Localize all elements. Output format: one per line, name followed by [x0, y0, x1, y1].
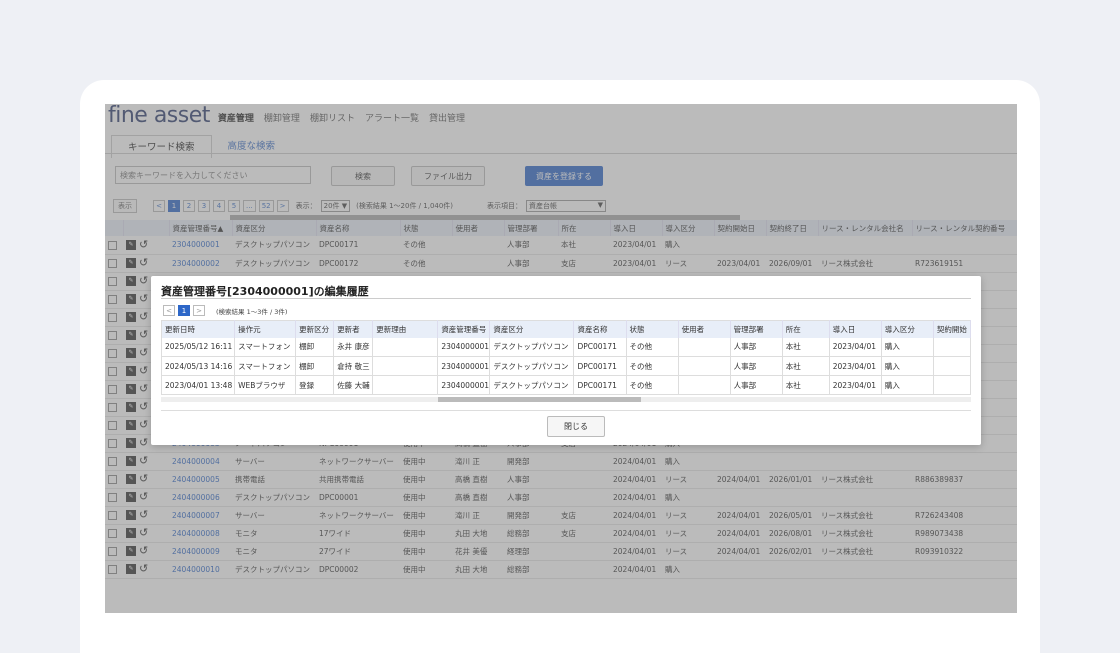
history-header-status: 状態 — [626, 320, 679, 338]
history-cell: その他 — [626, 375, 679, 395]
history-header-asset-number: 資産管理番号 — [437, 320, 491, 338]
modal-result-count: (検索結果 1～3件 / 3件) — [216, 307, 288, 316]
history-cell: 棚卸 — [295, 337, 335, 357]
history-cell: DPC00171 — [573, 337, 627, 357]
history-cell: 2023/04/01 — [829, 337, 882, 357]
history-cell: 本社 — [782, 337, 830, 357]
history-cell — [933, 337, 972, 357]
history-cell: 2304000001 — [437, 356, 491, 376]
history-cell: 人事部 — [730, 375, 783, 395]
history-cell: デスクトップパソコン — [489, 337, 575, 357]
history-cell: 本社 — [782, 356, 830, 376]
history-cell: 2023/04/01 — [829, 375, 882, 395]
history-cell — [933, 375, 972, 395]
history-cell: 佐藤 大輔 — [333, 375, 374, 395]
history-header-source: 操作元 — [234, 320, 297, 338]
modal-prev-page-button[interactable]: < — [163, 305, 175, 316]
history-header-intro-type: 導入区分 — [881, 320, 934, 338]
history-header-location: 所在 — [782, 320, 830, 338]
history-row: 2025/05/12 16:11 スマートフォン 棚卸 永井 康彦 2304000001… — [161, 337, 972, 357]
history-header-user: 使用者 — [678, 320, 731, 338]
modal-next-page-button[interactable]: > — [193, 305, 205, 316]
history-cell: 2023/04/01 — [829, 356, 882, 376]
history-table-body: 2025/05/12 16:11 スマートフォン 棚卸 永井 康彦 2304000001… — [161, 337, 972, 395]
history-cell: 人事部 — [730, 356, 783, 376]
history-cell: スマートフォン — [234, 337, 297, 357]
modal-title-divider — [161, 298, 971, 299]
history-cell: その他 — [626, 337, 679, 357]
history-header-updated-at: 更新日時 — [161, 320, 236, 338]
history-cell: 倉持 敬三 — [333, 356, 374, 376]
history-cell: 棚卸 — [295, 356, 335, 376]
modal-pager: < 1 > (検索結果 1～3件 / 3件) — [163, 305, 287, 316]
history-scrollbar[interactable] — [438, 397, 641, 402]
history-header-department: 管理部署 — [730, 320, 783, 338]
history-cell — [678, 375, 731, 395]
history-cell: 購入 — [881, 375, 934, 395]
history-cell: 登録 — [295, 375, 335, 395]
history-table: 更新日時 操作元 更新区分 更新者 更新理由 資産管理番号 資産区分 資産名称 … — [161, 320, 972, 395]
history-cell: DPC00171 — [573, 356, 627, 376]
history-cell: 2025/05/12 16:11 — [161, 337, 236, 357]
history-header-asset-category: 資産区分 — [489, 320, 575, 338]
history-cell: デスクトップパソコン — [489, 375, 575, 395]
history-cell: スマートフォン — [234, 356, 297, 376]
modal-title: 資産管理番号[2304000001]の編集履歴 — [161, 285, 369, 298]
history-header-update-type: 更新区分 — [295, 320, 335, 338]
history-header-reason: 更新理由 — [372, 320, 439, 338]
history-cell: DPC00171 — [573, 375, 627, 395]
history-cell: その他 — [626, 356, 679, 376]
history-cell: 2024/05/13 14:16 — [161, 356, 236, 376]
history-header-updater: 更新者 — [333, 320, 374, 338]
history-header-contract-start: 契約開始 — [933, 320, 972, 338]
history-header-row: 更新日時 操作元 更新区分 更新者 更新理由 資産管理番号 資産区分 資産名称 … — [161, 320, 972, 338]
history-cell: 購入 — [881, 337, 934, 357]
history-row: 2024/05/13 14:16 スマートフォン 棚卸 倉持 敬三 2304000001… — [161, 356, 972, 376]
history-header-asset-name: 資産名称 — [573, 320, 627, 338]
history-header-intro-date: 導入日 — [829, 320, 882, 338]
history-cell: 永井 康彦 — [333, 337, 374, 357]
history-cell — [372, 375, 439, 395]
history-cell: 2304000001 — [437, 375, 491, 395]
history-cell — [933, 356, 972, 376]
history-cell — [678, 337, 731, 357]
modal-page-1[interactable]: 1 — [178, 305, 190, 316]
history-cell — [678, 356, 731, 376]
history-row: 2023/04/01 13:48 WEBブラウザ 登録 佐藤 大輔 2304000001… — [161, 375, 972, 395]
edit-history-modal: 資産管理番号[2304000001]の編集履歴 < 1 > (検索結果 1～3件… — [151, 276, 981, 445]
close-button[interactable]: 閉じる — [547, 416, 605, 437]
history-cell: 2304000001 — [437, 337, 491, 357]
history-cell: 本社 — [782, 375, 830, 395]
history-cell — [372, 356, 439, 376]
history-cell: 2023/04/01 13:48 — [161, 375, 236, 395]
history-cell: WEBブラウザ — [234, 375, 297, 395]
history-cell: デスクトップパソコン — [489, 356, 575, 376]
history-cell: 人事部 — [730, 337, 783, 357]
modal-footer-divider — [161, 410, 971, 411]
history-cell: 購入 — [881, 356, 934, 376]
history-cell — [372, 337, 439, 357]
